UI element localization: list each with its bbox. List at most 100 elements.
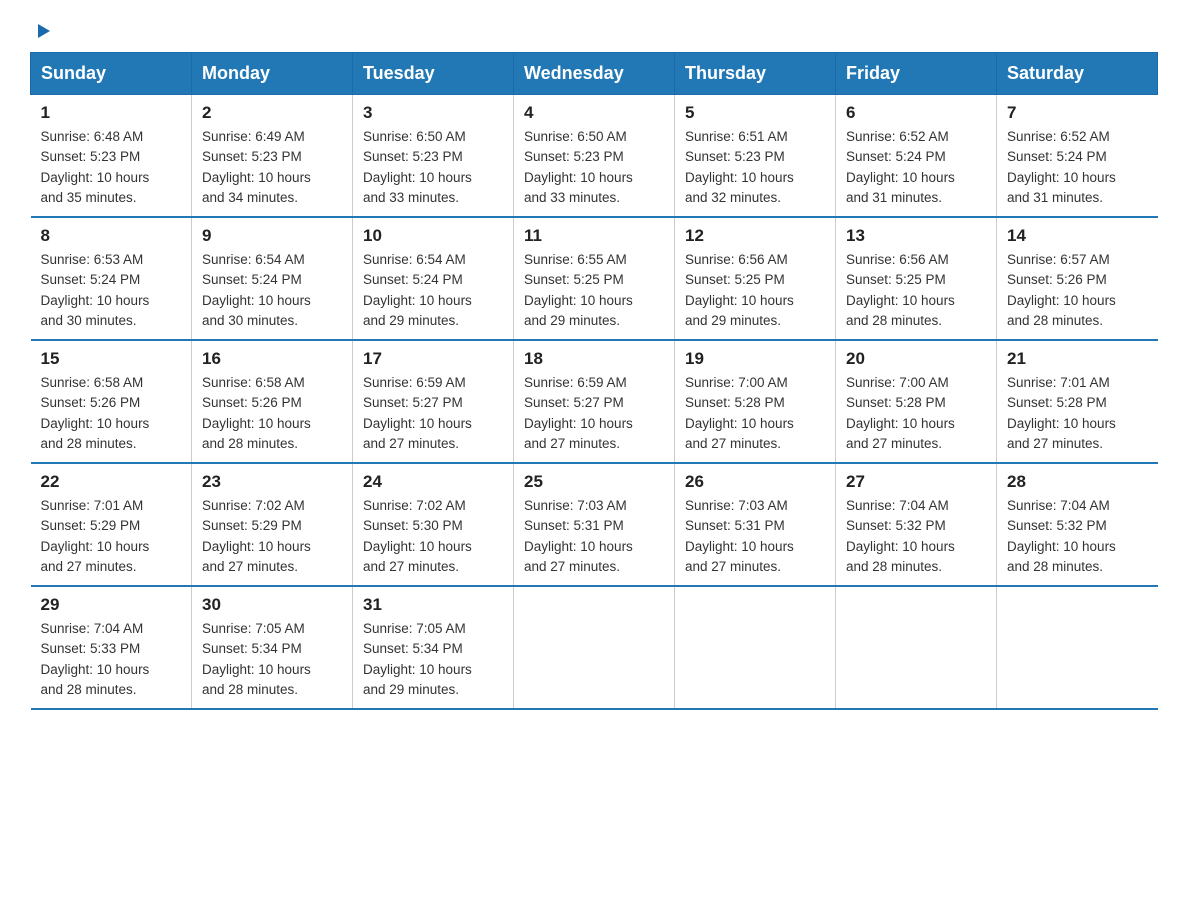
day-number: 14 — [1007, 226, 1148, 246]
day-number: 18 — [524, 349, 664, 369]
day-info: Sunrise: 6:53 AMSunset: 5:24 PMDaylight:… — [41, 250, 182, 331]
day-number: 3 — [363, 103, 503, 123]
day-number: 25 — [524, 472, 664, 492]
day-info: Sunrise: 7:04 AMSunset: 5:32 PMDaylight:… — [846, 496, 986, 577]
calendar-cell: 30 Sunrise: 7:05 AMSunset: 5:34 PMDayligh… — [192, 586, 353, 709]
day-number: 11 — [524, 226, 664, 246]
calendar-cell: 29Sunrise: 7:04 AMSunset: 5:33 PMDayligh… — [31, 586, 192, 709]
day-number: 1 — [41, 103, 182, 123]
day-info: Sunrise: 6:51 AMSunset: 5:23 PMDaylight:… — [685, 127, 825, 208]
calendar-cell: 15 Sunrise: 6:58 AMSunset: 5:26 PMDayligh… — [31, 340, 192, 463]
day-number: 30 — [202, 595, 342, 615]
day-number: 31 — [363, 595, 503, 615]
day-info: Sunrise: 6:52 AMSunset: 5:24 PMDaylight:… — [1007, 127, 1148, 208]
day-info: Sunrise: 7:04 AMSunset: 5:33 PMDaylight:… — [41, 619, 182, 700]
day-number: 10 — [363, 226, 503, 246]
weekday-wednesday: Wednesday — [514, 53, 675, 95]
day-number: 9 — [202, 226, 342, 246]
calendar-cell: 20Sunrise: 7:00 AMSunset: 5:28 PMDayligh… — [836, 340, 997, 463]
calendar-cell — [514, 586, 675, 709]
calendar-cell: 11Sunrise: 6:55 AMSunset: 5:25 PMDayligh… — [514, 217, 675, 340]
calendar-cell: 28 Sunrise: 7:04 AMSunset: 5:32 PMDayligh… — [997, 463, 1158, 586]
day-number: 7 — [1007, 103, 1148, 123]
day-number: 12 — [685, 226, 825, 246]
calendar-cell: 4 Sunrise: 6:50 AMSunset: 5:23 PMDaylight… — [514, 95, 675, 218]
calendar-cell: 1Sunrise: 6:48 AMSunset: 5:23 PMDaylight… — [31, 95, 192, 218]
calendar-cell: 19Sunrise: 7:00 AMSunset: 5:28 PMDayligh… — [675, 340, 836, 463]
day-info: Sunrise: 6:54 AMSunset: 5:24 PMDaylight:… — [202, 250, 342, 331]
calendar-body: 1Sunrise: 6:48 AMSunset: 5:23 PMDaylight… — [31, 95, 1158, 710]
day-info: Sunrise: 6:56 AMSunset: 5:25 PMDaylight:… — [846, 250, 986, 331]
calendar-cell: 18 Sunrise: 6:59 AMSunset: 5:27 PMDayligh… — [514, 340, 675, 463]
day-number: 2 — [202, 103, 342, 123]
day-number: 15 — [41, 349, 182, 369]
calendar-cell — [997, 586, 1158, 709]
day-number: 24 — [363, 472, 503, 492]
logo — [30, 20, 54, 42]
day-info: Sunrise: 7:05 AMSunset: 5:34 PMDaylight:… — [202, 619, 342, 700]
day-number: 16 — [202, 349, 342, 369]
day-number: 8 — [41, 226, 182, 246]
logo-arrow-icon — [32, 20, 54, 42]
calendar-cell: 2 Sunrise: 6:49 AMSunset: 5:23 PMDaylight… — [192, 95, 353, 218]
calendar-cell: 16 Sunrise: 6:58 AMSunset: 5:26 PMDayligh… — [192, 340, 353, 463]
day-number: 20 — [846, 349, 986, 369]
day-info: Sunrise: 6:54 AMSunset: 5:24 PMDaylight:… — [363, 250, 503, 331]
day-info: Sunrise: 7:03 AMSunset: 5:31 PMDaylight:… — [524, 496, 664, 577]
calendar-cell: 14 Sunrise: 6:57 AMSunset: 5:26 PMDayligh… — [997, 217, 1158, 340]
calendar-cell: 27Sunrise: 7:04 AMSunset: 5:32 PMDayligh… — [836, 463, 997, 586]
day-number: 6 — [846, 103, 986, 123]
day-info: Sunrise: 6:50 AMSunset: 5:23 PMDaylight:… — [524, 127, 664, 208]
calendar-cell: 10 Sunrise: 6:54 AMSunset: 5:24 PMDayligh… — [353, 217, 514, 340]
day-info: Sunrise: 7:05 AMSunset: 5:34 PMDaylight:… — [363, 619, 503, 700]
calendar-cell: 5 Sunrise: 6:51 AMSunset: 5:23 PMDaylight… — [675, 95, 836, 218]
calendar-cell — [675, 586, 836, 709]
day-number: 28 — [1007, 472, 1148, 492]
day-info: Sunrise: 7:03 AMSunset: 5:31 PMDaylight:… — [685, 496, 825, 577]
day-number: 21 — [1007, 349, 1148, 369]
calendar-week-row: 1Sunrise: 6:48 AMSunset: 5:23 PMDaylight… — [31, 95, 1158, 218]
calendar-cell: 9 Sunrise: 6:54 AMSunset: 5:24 PMDaylight… — [192, 217, 353, 340]
calendar-week-row: 29Sunrise: 7:04 AMSunset: 5:33 PMDayligh… — [31, 586, 1158, 709]
day-info: Sunrise: 6:57 AMSunset: 5:26 PMDaylight:… — [1007, 250, 1148, 331]
day-info: Sunrise: 7:02 AMSunset: 5:30 PMDaylight:… — [363, 496, 503, 577]
calendar-cell: 23 Sunrise: 7:02 AMSunset: 5:29 PMDayligh… — [192, 463, 353, 586]
calendar-cell: 21 Sunrise: 7:01 AMSunset: 5:28 PMDayligh… — [997, 340, 1158, 463]
day-info: Sunrise: 6:59 AMSunset: 5:27 PMDaylight:… — [363, 373, 503, 454]
calendar-cell: 12 Sunrise: 6:56 AMSunset: 5:25 PMDayligh… — [675, 217, 836, 340]
weekday-sunday: Sunday — [31, 53, 192, 95]
day-number: 4 — [524, 103, 664, 123]
calendar-week-row: 8 Sunrise: 6:53 AMSunset: 5:24 PMDaylight… — [31, 217, 1158, 340]
day-info: Sunrise: 6:58 AMSunset: 5:26 PMDaylight:… — [202, 373, 342, 454]
weekday-saturday: Saturday — [997, 53, 1158, 95]
day-number: 17 — [363, 349, 503, 369]
calendar-cell: 24 Sunrise: 7:02 AMSunset: 5:30 PMDayligh… — [353, 463, 514, 586]
calendar-cell: 31 Sunrise: 7:05 AMSunset: 5:34 PMDayligh… — [353, 586, 514, 709]
calendar-cell: 13Sunrise: 6:56 AMSunset: 5:25 PMDayligh… — [836, 217, 997, 340]
calendar-table: SundayMondayTuesdayWednesdayThursdayFrid… — [30, 52, 1158, 710]
day-info: Sunrise: 7:01 AMSunset: 5:28 PMDaylight:… — [1007, 373, 1148, 454]
calendar-cell: 6Sunrise: 6:52 AMSunset: 5:24 PMDaylight… — [836, 95, 997, 218]
day-info: Sunrise: 6:58 AMSunset: 5:26 PMDaylight:… — [41, 373, 182, 454]
weekday-friday: Friday — [836, 53, 997, 95]
calendar-week-row: 22 Sunrise: 7:01 AMSunset: 5:29 PMDayligh… — [31, 463, 1158, 586]
day-number: 23 — [202, 472, 342, 492]
day-number: 5 — [685, 103, 825, 123]
page-header — [30, 20, 1158, 42]
day-info: Sunrise: 6:56 AMSunset: 5:25 PMDaylight:… — [685, 250, 825, 331]
calendar-cell: 17 Sunrise: 6:59 AMSunset: 5:27 PMDayligh… — [353, 340, 514, 463]
weekday-monday: Monday — [192, 53, 353, 95]
calendar-week-row: 15 Sunrise: 6:58 AMSunset: 5:26 PMDayligh… — [31, 340, 1158, 463]
day-info: Sunrise: 7:04 AMSunset: 5:32 PMDaylight:… — [1007, 496, 1148, 577]
day-info: Sunrise: 7:02 AMSunset: 5:29 PMDaylight:… — [202, 496, 342, 577]
weekday-header-row: SundayMondayTuesdayWednesdayThursdayFrid… — [31, 53, 1158, 95]
calendar-cell: 25 Sunrise: 7:03 AMSunset: 5:31 PMDayligh… — [514, 463, 675, 586]
calendar-cell: 8 Sunrise: 6:53 AMSunset: 5:24 PMDaylight… — [31, 217, 192, 340]
calendar-cell: 7 Sunrise: 6:52 AMSunset: 5:24 PMDaylight… — [997, 95, 1158, 218]
day-info: Sunrise: 7:01 AMSunset: 5:29 PMDaylight:… — [41, 496, 182, 577]
day-info: Sunrise: 6:49 AMSunset: 5:23 PMDaylight:… — [202, 127, 342, 208]
day-info: Sunrise: 7:00 AMSunset: 5:28 PMDaylight:… — [685, 373, 825, 454]
calendar-cell: 26Sunrise: 7:03 AMSunset: 5:31 PMDayligh… — [675, 463, 836, 586]
day-number: 22 — [41, 472, 182, 492]
day-info: Sunrise: 6:59 AMSunset: 5:27 PMDaylight:… — [524, 373, 664, 454]
